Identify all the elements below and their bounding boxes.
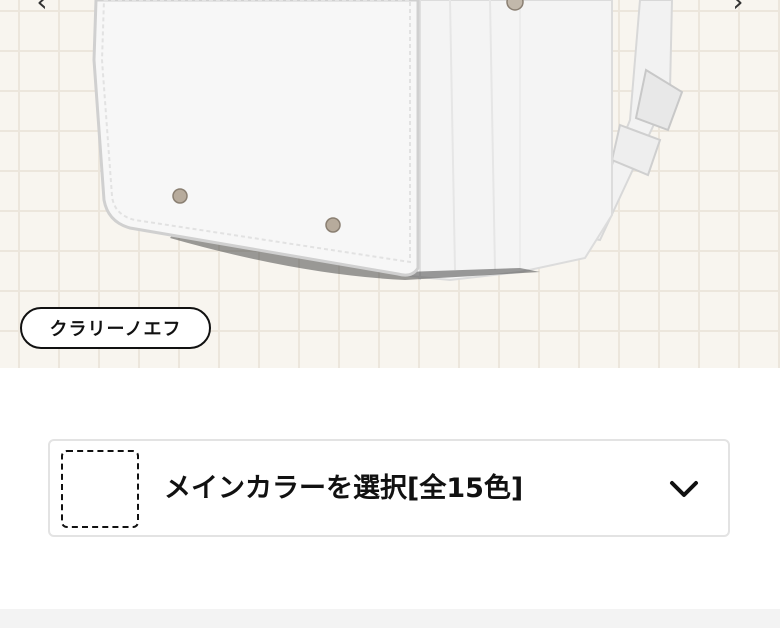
main-color-select[interactable]: メインカラーを選択[全15色] [48, 439, 730, 537]
chevron-down-icon[interactable] [668, 478, 700, 500]
chevron-right-icon[interactable]: › [726, 0, 750, 16]
footer-band [0, 609, 780, 628]
product-image-carousel[interactable]: ‹ › クラリーノエフ [0, 0, 780, 368]
chevron-left-icon[interactable]: ‹ [30, 0, 54, 16]
color-swatch-placeholder [61, 450, 139, 528]
model-name-badge: クラリーノエフ [20, 307, 211, 349]
color-select-label: メインカラーを選択[全15色] [164, 473, 524, 504]
